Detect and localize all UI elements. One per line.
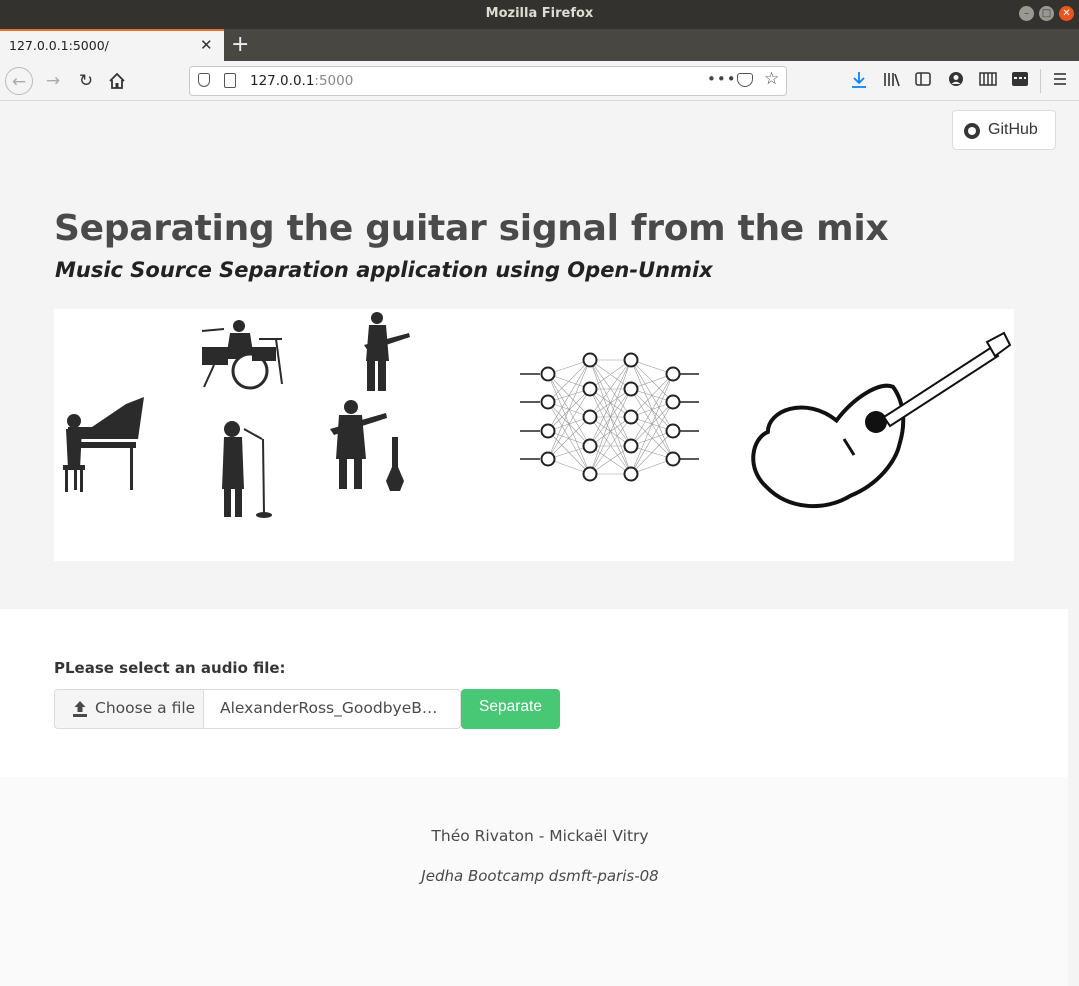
tab-active[interactable]: 127.0.0.1:5000/ ✕ bbox=[0, 29, 224, 61]
url-host: 127.0.0.1 bbox=[250, 73, 315, 89]
nav-bar: ← → ↻ 127.0.0.1:5000 ••• ☆ bbox=[0, 61, 1079, 101]
account-icon[interactable] bbox=[948, 71, 964, 91]
file-name-text: AlexanderRoss_GoodbyeBolero_MIX.wav bbox=[220, 699, 446, 717]
tab-strip: 127.0.0.1:5000/ ✕ + bbox=[0, 29, 1079, 61]
choose-file-label: Choose a file bbox=[95, 699, 196, 717]
github-icon bbox=[964, 123, 980, 139]
acoustic-guitar-icon bbox=[751, 331, 1012, 509]
singer-silhouette-icon bbox=[222, 421, 272, 518]
page-content: GitHub Separating the guitar signal from… bbox=[0, 102, 1079, 986]
upload-label: PLease select an audio file: bbox=[54, 659, 286, 677]
github-label: GitHub bbox=[988, 121, 1038, 138]
choose-file-button[interactable]: Choose a file bbox=[54, 689, 204, 729]
github-button[interactable]: GitHub bbox=[952, 110, 1056, 150]
downloads-icon[interactable] bbox=[851, 71, 867, 93]
upload-section: PLease select an audio file: Choose a fi… bbox=[0, 609, 1068, 777]
pocket-icon[interactable] bbox=[737, 73, 753, 87]
hamburger-menu-icon[interactable] bbox=[1053, 71, 1067, 90]
address-bar[interactable]: 127.0.0.1:5000 ••• ☆ bbox=[189, 66, 787, 96]
sidebar-icon[interactable] bbox=[915, 71, 931, 91]
minimize-window-icon[interactable]: – bbox=[1019, 6, 1034, 21]
close-tab-icon[interactable]: ✕ bbox=[200, 36, 213, 54]
new-tab-icon[interactable]: + bbox=[231, 32, 249, 57]
url-text[interactable]: 127.0.0.1:5000 bbox=[250, 73, 353, 89]
os-title-bar: Mozilla Firefox – □ ✕ bbox=[0, 0, 1079, 29]
extension-icon[interactable] bbox=[1011, 71, 1029, 91]
separate-button[interactable]: Separate bbox=[461, 689, 560, 729]
close-window-icon[interactable]: ✕ bbox=[1059, 6, 1074, 21]
neural-network-diagram-icon bbox=[520, 352, 699, 482]
bookmark-star-icon[interactable]: ☆ bbox=[764, 69, 779, 89]
home-icon[interactable] bbox=[103, 67, 131, 95]
page-title: Separating the guitar signal from the mi… bbox=[54, 208, 889, 249]
page-subtitle: Music Source Separation application usin… bbox=[55, 258, 713, 282]
piano-silhouette-icon bbox=[63, 397, 144, 492]
banner-illustration bbox=[63, 312, 1012, 518]
footer-bootcamp: Jedha Bootcamp dsmft-paris-08 bbox=[421, 867, 659, 885]
tab-title: 127.0.0.1:5000/ bbox=[9, 38, 109, 53]
selected-file-name[interactable]: AlexanderRoss_GoodbyeBolero_MIX.wav bbox=[204, 689, 461, 729]
page-actions-menu-icon[interactable]: ••• bbox=[707, 70, 737, 88]
extension-icon[interactable] bbox=[979, 71, 997, 91]
footer: Théo Rivaton - Mickaël Vitry Jedha Bootc… bbox=[0, 777, 1068, 986]
window-title: Mozilla Firefox bbox=[485, 6, 594, 21]
upload-icon bbox=[73, 701, 87, 717]
reload-icon[interactable]: ↻ bbox=[72, 67, 100, 95]
library-icon[interactable] bbox=[883, 71, 901, 91]
bass-player-silhouette-icon bbox=[330, 400, 404, 491]
page-info-icon[interactable] bbox=[224, 73, 236, 88]
guitarist-silhouette-icon bbox=[364, 312, 410, 391]
maximize-window-icon[interactable]: □ bbox=[1039, 6, 1054, 21]
url-port: :5000 bbox=[314, 73, 354, 89]
scrollbar[interactable] bbox=[1068, 609, 1079, 986]
toolbar-separator bbox=[1040, 69, 1041, 93]
hero-banner-image bbox=[54, 309, 1014, 561]
drum-kit-silhouette-icon bbox=[201, 320, 283, 390]
forward-arrow-icon[interactable]: → bbox=[39, 67, 67, 95]
back-arrow-icon[interactable]: ← bbox=[5, 67, 33, 95]
tracking-protection-shield-icon[interactable] bbox=[198, 73, 210, 87]
separate-label: Separate bbox=[479, 698, 542, 715]
footer-authors: Théo Rivaton - Mickaël Vitry bbox=[431, 827, 649, 845]
